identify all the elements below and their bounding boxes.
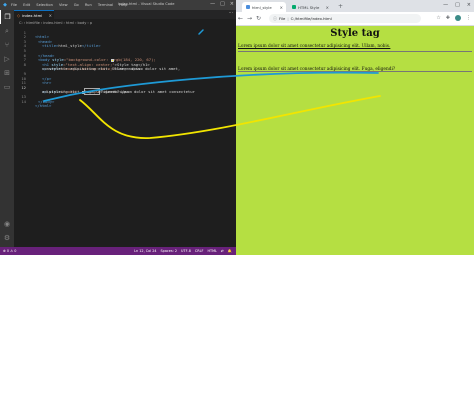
- window-controls: — □ ×: [210, 1, 234, 7]
- address-bar[interactable]: ⓘ File | C:/htmlfile/index.html: [269, 14, 421, 23]
- w3schools-favicon-icon: [292, 5, 296, 9]
- breadcrumb-separator: ›: [63, 20, 65, 25]
- breadcrumb-separator: ›: [23, 20, 26, 25]
- cursor-position[interactable]: Ln 12, Col 24: [134, 249, 156, 253]
- account-icon[interactable]: ◉: [0, 217, 14, 231]
- breadcrumb-item[interactable]: p: [90, 21, 92, 25]
- source-control-icon[interactable]: ⑂: [0, 38, 14, 52]
- status-bar: ⊗ 0 ⚠ 0 Ln 12, Col 24 Spaces: 2 UTF-8 CR…: [0, 247, 236, 255]
- vscode-window: ◆ File Edit Selection View Go Run Termin…: [0, 0, 236, 255]
- forward-icon[interactable]: →: [245, 15, 254, 22]
- horizontal-rule: [238, 51, 472, 52]
- menu-terminal[interactable]: Terminal: [98, 3, 113, 7]
- close-icon[interactable]: ×: [230, 1, 234, 7]
- browser-tab-close-icon[interactable]: ×: [326, 5, 329, 10]
- tab-close-icon[interactable]: ×: [49, 13, 52, 18]
- bookmark-star-icon[interactable]: ☆: [436, 15, 440, 21]
- breadcrumb-item[interactable]: index.html: [43, 21, 62, 25]
- live-share-icon[interactable]: ⇄: [221, 249, 224, 253]
- extensions-puzzle-icon[interactable]: ✚: [446, 15, 450, 21]
- language-mode[interactable]: HTML: [207, 249, 216, 253]
- breadcrumb-separator: ›: [75, 20, 77, 25]
- horizontal-rule: [238, 71, 472, 72]
- problems-indicator[interactable]: ⊗ 0 ⚠ 0: [3, 249, 16, 253]
- browser-menu-icon[interactable]: ⋮: [466, 15, 471, 21]
- browser-window-controls: — □ ×: [443, 2, 471, 8]
- activity-bar: ❐ ⌕ ⑂ ▷ ⊞ ▭ ◉ ⚙: [0, 10, 14, 247]
- more-actions-icon[interactable]: ⋯: [229, 11, 234, 16]
- minimize-icon[interactable]: —: [210, 1, 215, 7]
- window-title: index.html - Visual Studio Code: [118, 2, 175, 6]
- menu-view[interactable]: View: [59, 3, 68, 7]
- profile-avatar[interactable]: [455, 15, 461, 21]
- remote-explorer-icon[interactable]: ▭: [0, 80, 14, 94]
- browser-tab-html-style-w3[interactable]: HTML Style ×: [288, 2, 332, 12]
- editor-tabs: ◇ index.html × ⋯: [14, 10, 236, 19]
- search-icon[interactable]: ⌕: [0, 24, 14, 38]
- encoding[interactable]: UTF-8: [181, 249, 191, 253]
- back-icon[interactable]: ←: [236, 15, 245, 22]
- breadcrumb: C: › htmlfile › index.html › html › body › p: [14, 19, 236, 26]
- page-heading: Style tag: [330, 28, 380, 39]
- url-scheme-label: File: [279, 16, 286, 21]
- url-separator: |: [287, 16, 289, 21]
- browser-tab-close-icon[interactable]: ×: [280, 5, 283, 10]
- html-file-icon: ◇: [17, 12, 21, 18]
- menu-edit[interactable]: Edit: [23, 3, 30, 7]
- browser-toolbar-actions: ☆ ✚ ⋮: [436, 15, 471, 21]
- settings-gear-icon[interactable]: ⚙: [0, 231, 14, 245]
- run-debug-icon[interactable]: ▷: [0, 52, 14, 66]
- maximize-icon[interactable]: □: [220, 1, 225, 7]
- code-line: 14 </html>: [14, 95, 236, 108]
- page-content: Style tag Lorem ipsum dolor sit amet con…: [236, 26, 474, 255]
- menu-selection[interactable]: Selection: [36, 3, 53, 7]
- line-number: 14: [21, 98, 26, 104]
- screen: ◆ File Edit Selection View Go Run Termin…: [0, 0, 474, 255]
- menu-bar: File Edit Selection View Go Run Terminal…: [11, 3, 132, 7]
- reload-icon[interactable]: ↻: [254, 15, 263, 22]
- menu-go[interactable]: Go: [74, 3, 79, 7]
- breadcrumb-separator: ›: [40, 20, 43, 25]
- menu-run[interactable]: Run: [85, 3, 92, 7]
- tab-label: index.html: [22, 12, 43, 18]
- tab-index-html[interactable]: ◇ index.html ×: [14, 10, 54, 19]
- browser-tab-label: html_style: [252, 4, 272, 10]
- vscode-titlebar: ◆ File Edit Selection View Go Run Termin…: [0, 0, 236, 10]
- site-info-icon[interactable]: ⓘ: [273, 16, 277, 22]
- browser-minimize-icon[interactable]: —: [443, 2, 448, 8]
- menu-file[interactable]: File: [11, 3, 17, 7]
- file-favicon-icon: [246, 5, 250, 9]
- explorer-icon[interactable]: ❐: [0, 10, 14, 24]
- extensions-icon[interactable]: ⊞: [0, 66, 14, 80]
- paragraph-1: Lorem ipsum dolor sit amet consectetur a…: [238, 44, 391, 49]
- url-text[interactable]: C:/htmlfile/index.html: [291, 16, 332, 21]
- browser-tabstrip: html_style × HTML Style × + — □ ×: [236, 0, 474, 12]
- indentation[interactable]: Spaces: 2: [161, 249, 177, 253]
- browser-tab-label: HTML Style: [298, 4, 320, 10]
- notifications-bell-icon[interactable]: 🔔: [228, 249, 232, 253]
- browser-window: html_style × HTML Style × + — □ × ← → ↻ …: [236, 0, 474, 255]
- code-text: </html>: [35, 103, 52, 109]
- breadcrumb-item[interactable]: htmlfile: [26, 21, 40, 25]
- browser-maximize-icon[interactable]: □: [455, 2, 460, 8]
- breadcrumb-item[interactable]: C:: [19, 21, 23, 25]
- browser-tab-html-style-local[interactable]: html_style ×: [242, 2, 286, 12]
- vscode-logo-icon: ◆: [3, 2, 7, 8]
- code-editor[interactable]: 1 <html> 2 <head> 3 <title>html_style</t…: [14, 26, 236, 247]
- browser-toolbar: ← → ↻ ⓘ File | C:/htmlfile/index.html ☆ …: [236, 12, 474, 26]
- breadcrumb-item[interactable]: html: [66, 21, 74, 25]
- line-ending[interactable]: CRLF: [195, 249, 204, 253]
- breadcrumb-separator: ›: [87, 20, 89, 25]
- breadcrumb-item[interactable]: body: [78, 21, 87, 25]
- new-tab-button[interactable]: +: [338, 3, 343, 10]
- browser-close-icon[interactable]: ×: [467, 2, 471, 8]
